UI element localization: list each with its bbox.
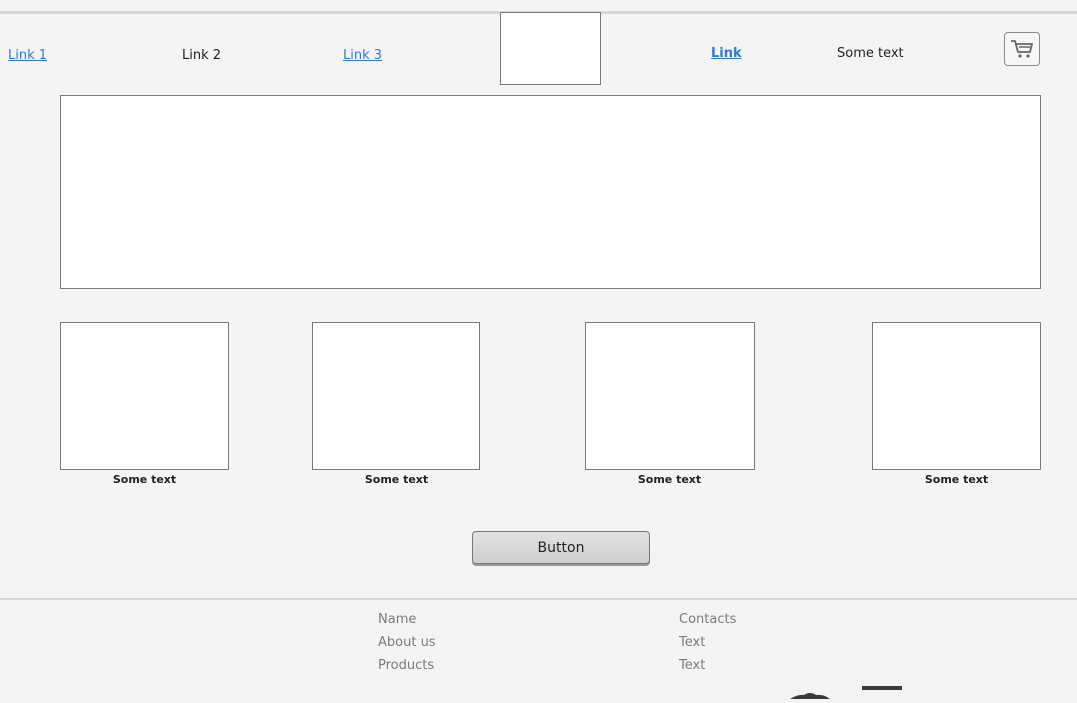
footer-column-1: Name About us Products: [378, 608, 436, 677]
thumbnail-3-caption: Some text: [637, 473, 702, 486]
footer-link-contacts[interactable]: Contacts: [679, 608, 736, 631]
cart-button[interactable]: [1004, 32, 1040, 66]
thumbnail-2[interactable]: [312, 322, 480, 470]
thumbnail-1[interactable]: [60, 322, 229, 470]
social-icon-fragment: [790, 693, 830, 699]
shopping-cart-icon: [1011, 40, 1033, 58]
nav-link-1[interactable]: Link 1: [8, 48, 47, 63]
nav-link-2[interactable]: Link 2: [182, 48, 221, 63]
footer-link-name[interactable]: Name: [378, 608, 436, 631]
footer-text-2: Text: [679, 658, 706, 673]
thumbnail-2-caption: Some text: [364, 473, 429, 486]
main-button[interactable]: Button: [472, 531, 650, 564]
thumbnail-3[interactable]: [585, 322, 755, 470]
nav-link-4[interactable]: Link: [711, 46, 742, 61]
social-icon-2[interactable]: [862, 686, 902, 690]
thumbnail-1-caption: Some text: [112, 473, 177, 486]
logo-placeholder: [500, 12, 601, 85]
thumbnail-4-caption: Some text: [924, 473, 989, 486]
footer-text-1: Text: [679, 635, 706, 650]
footer-link-products[interactable]: Products: [378, 654, 436, 677]
footer-divider: [0, 598, 1077, 600]
header-text: Some text: [837, 46, 904, 61]
social-icon-1[interactable]: [788, 684, 832, 699]
hero-banner-placeholder: [60, 95, 1041, 289]
footer-link-about-us[interactable]: About us: [378, 631, 436, 654]
footer-column-2: Contacts Text Text: [679, 608, 736, 677]
thumbnail-4[interactable]: [872, 322, 1041, 470]
nav-link-3[interactable]: Link 3: [343, 48, 382, 63]
